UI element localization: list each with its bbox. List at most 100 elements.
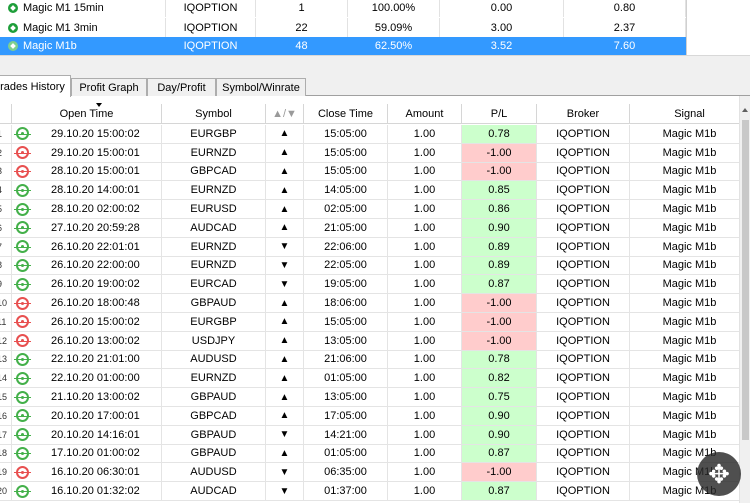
strategy-trades: 1 [256, 0, 348, 17]
column-header-close-time[interactable]: Close Time [304, 104, 388, 124]
tab-trades-history[interactable]: rades History [0, 75, 71, 97]
table-row[interactable]: 726.10.20 22:01:01EURNZD▼22:06:001.000.8… [0, 237, 750, 257]
table-row[interactable]: 129.10.20 15:00:02EURGBP▲15:05:001.000.7… [0, 125, 750, 144]
broker-cell: IQOPTION [537, 350, 630, 369]
sort-desc-icon [96, 103, 102, 107]
table-row[interactable]: 1720.10.20 14:16:01GBPAUD▼14:21:001.000.… [0, 425, 750, 445]
row-index: 13 [0, 350, 12, 369]
tab-profit-graph[interactable]: Profit Graph [71, 78, 147, 96]
scroll-up-icon[interactable] [742, 108, 748, 112]
column-header-pl[interactable]: P/L [462, 104, 537, 124]
table-row[interactable]: 528.10.20 02:00:02EURUSD▲02:05:001.000.8… [0, 200, 750, 219]
amount-cell: 1.00 [388, 143, 462, 162]
close-time-cell: 15:05:00 [304, 162, 388, 181]
table-row[interactable]: 1026.10.20 18:00:48GBPAUD▲18:06:001.00-1… [0, 294, 750, 313]
table-row[interactable]: 1817.10.20 01:00:02GBPAUD▲01:05:001.000.… [0, 444, 750, 464]
strategy-status-icon [8, 22, 18, 33]
amount-cell: 1.00 [388, 200, 462, 218]
vertical-scrollbar[interactable] [739, 96, 750, 503]
table-row[interactable]: 229.10.20 15:00:01EURNZD▲15:05:001.00-1.… [0, 143, 750, 163]
broker-cell: IQOPTION [537, 200, 630, 218]
tab-day-profit[interactable]: Day/Profit [147, 78, 216, 96]
open-time-cell: 28.10.20 14:00:01 [12, 181, 162, 200]
row-index: 2 [0, 143, 12, 162]
column-header-signal[interactable]: Signal [630, 104, 750, 124]
table-row[interactable]: 1916.10.20 06:30:01AUDUSD▼06:35:001.00-1… [0, 463, 750, 483]
strategy-winrate: 100.00% [348, 0, 440, 17]
move-icon[interactable]: ✥ [697, 452, 741, 496]
symbol-cell: GBPAUD [162, 388, 266, 406]
table-row[interactable]: 627.10.20 20:59:28AUDCAD▲21:05:001.000.9… [0, 218, 750, 238]
table-row[interactable]: 2016.10.20 01:32:02AUDCAD▼01:37:001.000.… [0, 482, 750, 501]
broker-cell: IQOPTION [537, 406, 630, 425]
broker-cell: IQOPTION [537, 162, 630, 181]
close-time-cell: 15:05:00 [304, 143, 388, 162]
trades-rows: 129.10.20 15:00:02EURGBP▲15:05:001.000.7… [0, 125, 750, 501]
amount-cell: 1.00 [388, 350, 462, 369]
broker-cell: IQOPTION [537, 275, 630, 294]
pl-cell: 0.86 [462, 200, 537, 218]
strategy-row[interactable]: Magic M1 15min IQOPTION 1 100.00% 0.00 0… [0, 0, 686, 17]
win-target-icon [14, 428, 31, 442]
panel-splitter[interactable] [0, 55, 750, 75]
symbol-cell: EURNZD [162, 256, 266, 275]
table-row[interactable]: 1620.10.20 17:00:01GBPCAD▲17:05:001.000.… [0, 406, 750, 426]
symbol-cell: EURNZD [162, 237, 266, 256]
signal-cell: Magic M1b [630, 350, 750, 369]
column-header-broker[interactable]: Broker [537, 104, 630, 124]
symbol-cell: USDJPY [162, 331, 266, 350]
table-row[interactable]: 328.10.20 15:00:01GBPCAD▲15:05:001.00-1.… [0, 162, 750, 182]
pl-cell: 0.87 [462, 444, 537, 463]
win-target-icon [14, 446, 31, 460]
strategy-broker: IQOPTION [166, 18, 256, 37]
strategy-row-selected[interactable]: Magic M1b IQOPTION 48 62.50% 3.52 7.60 [0, 37, 686, 55]
table-row[interactable]: 1322.10.20 21:01:00AUDUSD▲21:06:001.000.… [0, 350, 750, 370]
tab-symbol-winrate[interactable]: Symbol/Winrate [216, 78, 306, 96]
table-row[interactable]: 1126.10.20 15:00:02EURGBP▲15:05:001.00-1… [0, 312, 750, 332]
symbol-cell: GBPCAD [162, 162, 266, 181]
amount-cell: 1.00 [388, 256, 462, 275]
scrollbar-thumb[interactable] [742, 120, 749, 440]
column-header-amount[interactable]: Amount [388, 104, 462, 124]
win-target-icon [14, 127, 31, 141]
close-time-cell: 17:05:00 [304, 406, 388, 425]
table-row[interactable]: 1521.10.20 13:00:02GBPAUD▲13:05:001.000.… [0, 388, 750, 407]
amount-cell: 1.00 [388, 331, 462, 350]
strategy-broker: IQOPTION [166, 0, 256, 17]
broker-cell: IQOPTION [537, 294, 630, 312]
column-header-open-time[interactable]: Open Time [12, 103, 162, 124]
close-time-cell: 01:37:00 [304, 482, 388, 500]
pl-cell: 0.89 [462, 256, 537, 275]
win-target-icon [14, 409, 31, 423]
column-header-symbol[interactable]: Symbol [162, 104, 266, 124]
win-target-icon [14, 240, 31, 254]
amount-cell: 1.00 [388, 463, 462, 482]
strategy-status-icon [8, 41, 18, 51]
pl-cell: -1.00 [462, 463, 537, 482]
symbol-cell: GBPCAD [162, 406, 266, 425]
pl-cell: 0.89 [462, 237, 537, 256]
symbol-cell: AUDUSD [162, 350, 266, 369]
close-time-cell: 15:05:00 [304, 312, 388, 331]
column-header-index[interactable] [0, 104, 12, 124]
loss-target-icon [14, 315, 31, 329]
direction-cell: ▼ [266, 275, 304, 294]
close-time-cell: 14:21:00 [304, 425, 388, 444]
loss-target-icon [14, 465, 31, 479]
row-index: 8 [0, 256, 12, 275]
table-row[interactable]: 1226.10.20 13:00:02USDJPY▲13:05:001.00-1… [0, 331, 750, 351]
table-row[interactable]: 926.10.20 19:00:02EURCAD▼19:05:001.000.8… [0, 275, 750, 295]
table-row[interactable]: 1422.10.20 01:00:00EURNZD▲01:05:001.000.… [0, 369, 750, 389]
open-time-cell: 26.10.20 18:00:48 [12, 294, 162, 312]
strategy-row[interactable]: Magic M1 3min IQOPTION 22 59.09% 3.00 2.… [0, 18, 686, 37]
table-row[interactable]: 428.10.20 14:00:01EURNZD▲14:05:001.000.8… [0, 181, 750, 201]
strategy-name: Magic M1b [23, 40, 77, 52]
amount-cell: 1.00 [388, 369, 462, 388]
row-index: 11 [0, 312, 12, 331]
grid-header: Open Time Symbol ▲/▼ Close Time Amount P… [0, 103, 750, 124]
column-header-direction[interactable]: ▲/▼ [266, 104, 304, 124]
amount-cell: 1.00 [388, 125, 462, 143]
table-row[interactable]: 826.10.20 22:00:00EURNZD▼22:05:001.000.8… [0, 256, 750, 276]
signal-cell: Magic M1b [630, 369, 750, 388]
amount-cell: 1.00 [388, 275, 462, 294]
